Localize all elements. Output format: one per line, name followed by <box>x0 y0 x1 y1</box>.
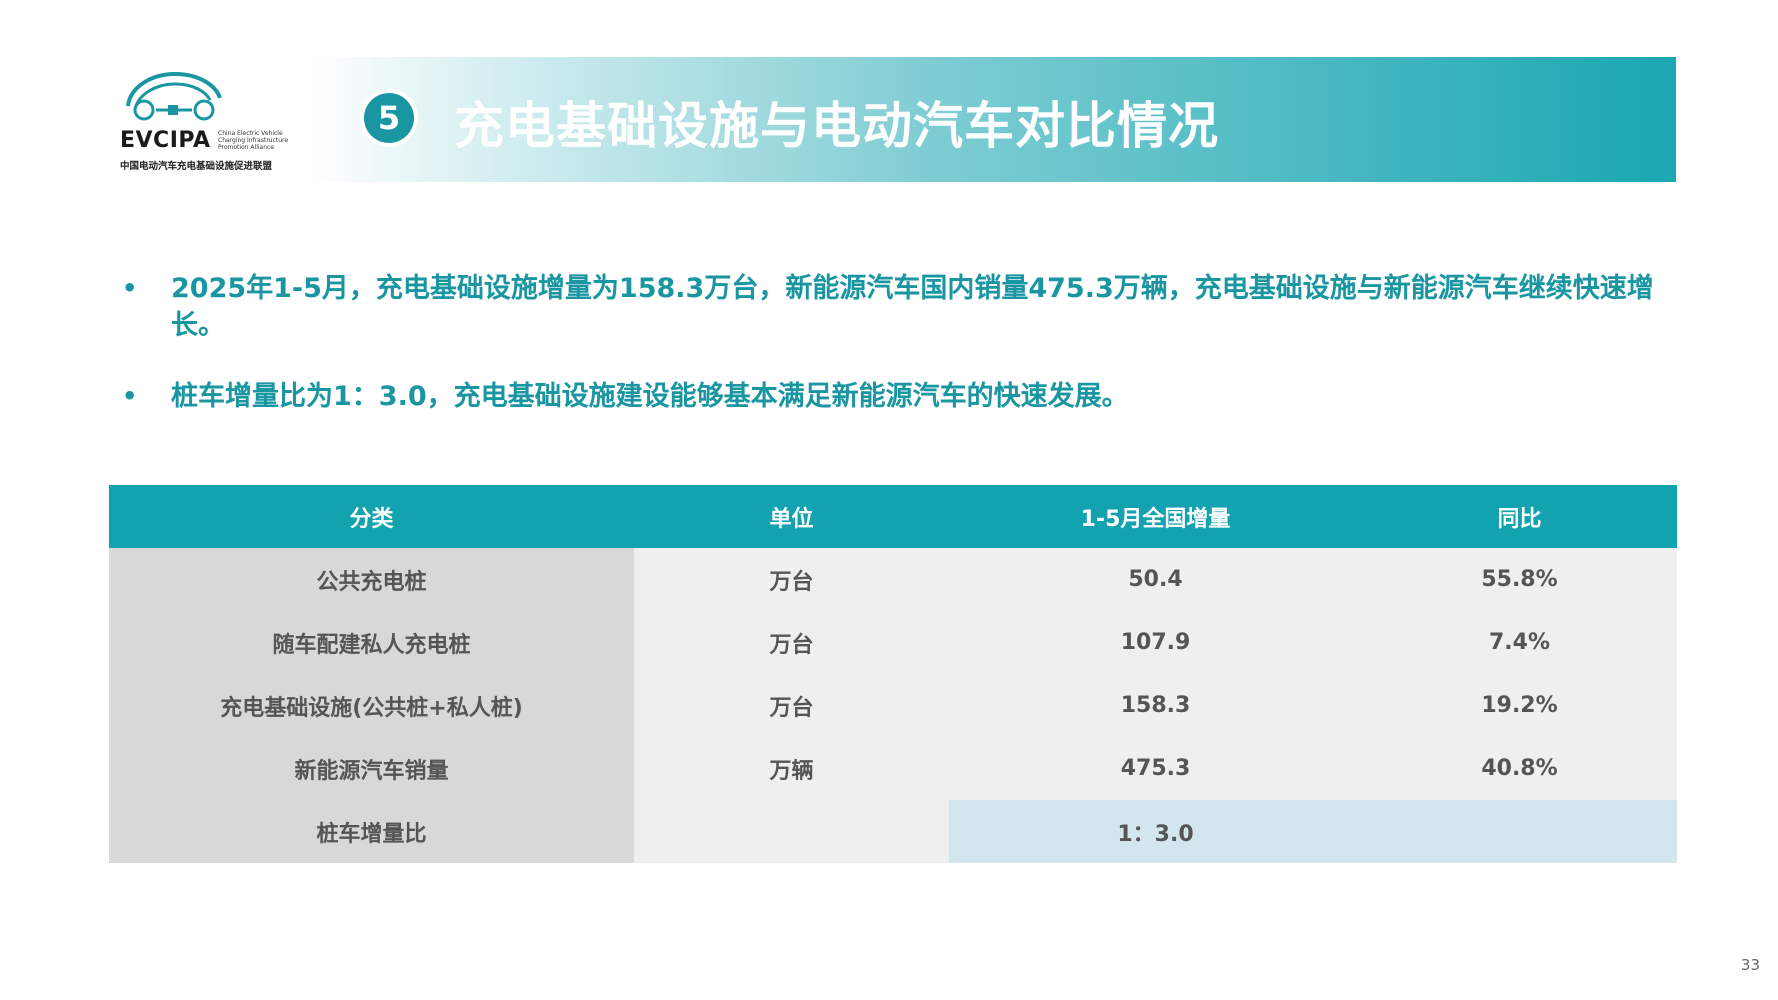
table-cell: 充电基础设施(公共桩+私人桩) <box>109 674 634 737</box>
table-cell: 7.4% <box>1362 611 1677 674</box>
table-cell: 55.8% <box>1362 548 1677 611</box>
page-title: 充电基础设施与电动汽车对比情况 <box>454 97 1219 155</box>
column-header: 1-5月全国增量 <box>949 485 1362 548</box>
comparison-table: 分类 单位 1-5月全国增量 同比 公共充电桩 万台 50.4 55.8% 随车… <box>109 485 1677 863</box>
empty-cell <box>634 800 949 863</box>
bullet-item: • 桩车增量比为1：3.0，充电基础设施建设能够基本满足新能源汽车的快速发展。 <box>118 378 1678 415</box>
logo-name: EVCIPA <box>120 128 211 153</box>
table-row: 随车配建私人充电桩 万台 107.9 7.4% <box>109 611 1677 674</box>
bullet-list: • 2025年1-5月，充电基础设施增量为158.3万台，新能源汽车国内销量47… <box>118 270 1678 449</box>
table-ratio-row: 桩车增量比 1：3.0 <box>109 800 1677 863</box>
ratio-value-cell: 1：3.0 <box>949 800 1677 863</box>
section-number-badge: 5 <box>364 93 414 143</box>
table-cell: 万台 <box>634 611 949 674</box>
electric-car-logo-icon <box>126 71 222 121</box>
table-cell: 万台 <box>634 674 949 737</box>
table-row: 新能源汽车销量 万辆 475.3 40.8% <box>109 737 1677 800</box>
column-header: 同比 <box>1362 485 1677 548</box>
bullet-item: • 2025年1-5月，充电基础设施增量为158.3万台，新能源汽车国内销量47… <box>118 270 1678 344</box>
table-cell: 公共充电桩 <box>109 548 634 611</box>
table-cell: 107.9 <box>949 611 1362 674</box>
table-cell: 万辆 <box>634 737 949 800</box>
bullet-text: 2025年1-5月，充电基础设施增量为158.3万台，新能源汽车国内销量475.… <box>171 273 1654 341</box>
table-cell: 随车配建私人充电桩 <box>109 611 634 674</box>
table-row: 公共充电桩 万台 50.4 55.8% <box>109 548 1677 611</box>
table-cell: 50.4 <box>949 548 1362 611</box>
table-cell: 新能源汽车销量 <box>109 737 634 800</box>
bullet-dot-icon: • <box>122 274 138 302</box>
table-cell: 475.3 <box>949 737 1362 800</box>
logo-chinese-name: 中国电动汽车充电基础设施促进联盟 <box>120 161 273 172</box>
page-number: 33 <box>1740 956 1760 974</box>
table-cell: 19.2% <box>1362 674 1677 737</box>
ratio-value: 1：3.0 <box>1117 821 1194 847</box>
table-header-row: 分类 单位 1-5月全国增量 同比 <box>109 485 1677 548</box>
table-cell: 万台 <box>634 548 949 611</box>
table-row: 充电基础设施(公共桩+私人桩) 万台 158.3 19.2% <box>109 674 1677 737</box>
logo-english-text: China Electric Vehicle Charging Infrastr… <box>218 130 289 151</box>
ratio-label-cell: 桩车增量比 <box>109 800 634 863</box>
bullet-dot-icon: • <box>122 382 138 410</box>
column-header: 单位 <box>634 485 949 548</box>
column-header: 分类 <box>109 485 634 548</box>
bullet-text: 桩车增量比为1：3.0，充电基础设施建设能够基本满足新能源汽车的快速发展。 <box>171 381 1129 412</box>
table-cell: 158.3 <box>949 674 1362 737</box>
evcipa-logo: EVCIPA China Electric Vehicle Charging I… <box>118 68 293 172</box>
table-cell: 40.8% <box>1362 737 1677 800</box>
